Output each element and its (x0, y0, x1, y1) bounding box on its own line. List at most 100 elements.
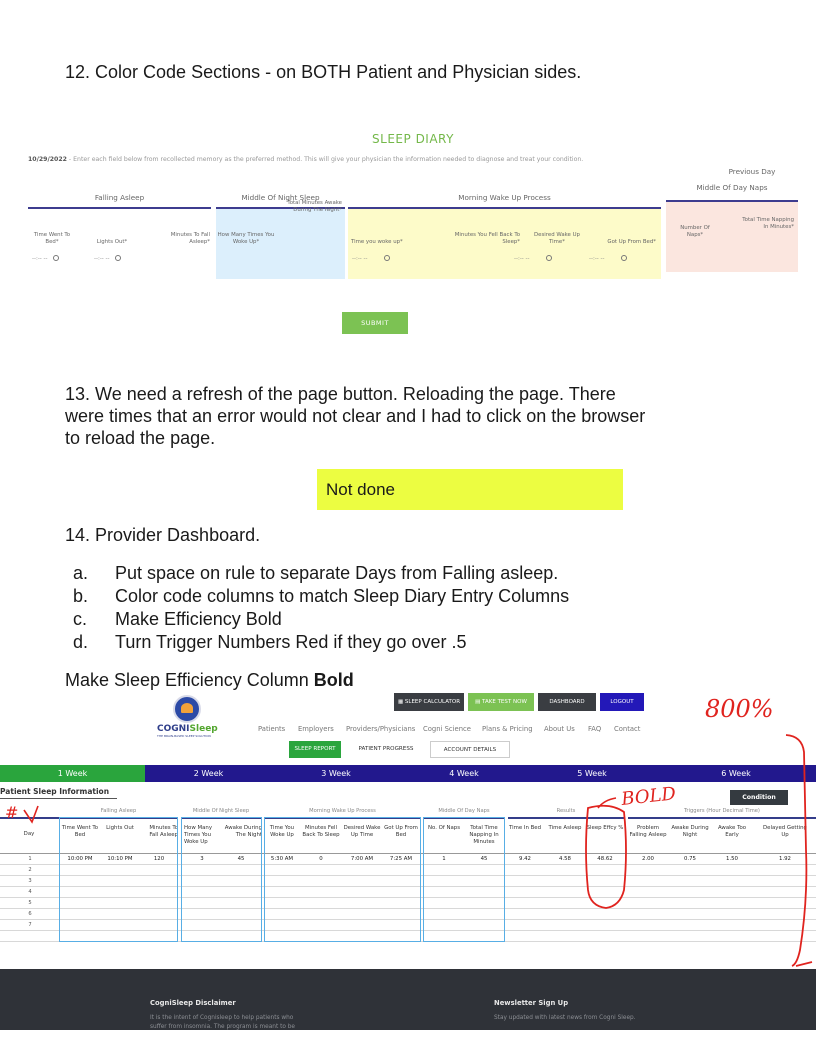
nav-faq[interactable]: FAQ (588, 725, 601, 733)
dash-group-falling: Falling Asleep (100, 808, 137, 814)
diary-date: 10/29/2022 (28, 156, 67, 163)
sub-item-d-marker: d. (73, 632, 89, 652)
got-up-from-bed-input[interactable]: --:-- -- (589, 255, 627, 262)
not-done-highlight: Not done (317, 469, 623, 510)
time-you-woke-up-input[interactable]: --:-- -- (352, 255, 390, 262)
field-label-minutes-to-fall-asleep: Minutes To Fall Asleep* (170, 232, 210, 245)
week-2-tab[interactable]: 2 Week (145, 765, 272, 782)
sub-item-c-marker: c. (73, 609, 88, 629)
diary-instruction-text: - Enter each field below from recollecte… (66, 156, 584, 163)
item-13-line2: were times that an error would not clear… (65, 406, 646, 426)
falling-asleep-group: Falling Asleep Time Went To Bed* Lights … (28, 182, 211, 279)
field-label-how-many-times: How Many Times You Woke Up* (217, 232, 275, 245)
day-cell: 2 (28, 867, 32, 873)
sleep-diary-instruction: 10/29/2022 - Enter each field below from… (28, 156, 583, 163)
day-cell: 1 (28, 856, 32, 862)
field-label-got-up-from-bed: Got Up From Bed* (607, 239, 656, 245)
tab-sleep-report[interactable]: SLEEP REPORT (289, 741, 341, 758)
naps-header-line2: Middle Of Day Naps (696, 183, 768, 192)
newsletter-text: Stay updated with latest news from Cogni… (494, 1015, 636, 1021)
field-label-desired-wake-up: Desired Wake Up Time* (534, 232, 580, 245)
naps-header-line1: Previous Day (728, 167, 776, 176)
naps-header: Previous Day Middle Of Day Naps (666, 166, 798, 200)
nav-employers[interactable]: Employers (298, 725, 334, 733)
week-5-tab[interactable]: 5 Week (528, 765, 656, 782)
submit-button[interactable]: SUBMIT (342, 312, 408, 334)
col-awake-too-early: Awake Too Early (717, 825, 747, 838)
site-footer (0, 969, 816, 1030)
week-3-tab[interactable]: 3 Week (272, 765, 400, 782)
day-cell: 4 (28, 889, 32, 895)
sub-item-b-marker: b. (73, 586, 89, 606)
sleep-calculator-button[interactable]: ▦ SLEEP CALCULATOR (394, 693, 464, 711)
dash-group-results: Results (556, 808, 576, 814)
field-label-time-went-to-bed: Time Went To Bed* (33, 232, 71, 245)
tab-patient-progress[interactable]: PATIENT PROGRESS (344, 741, 428, 758)
sleep-diary-screenshot: SLEEP DIARY 10/29/2022 - Enter each fiel… (28, 122, 798, 342)
cognisleep-logo-icon (173, 695, 201, 723)
dash-group-morning: Morning Wake Up Process (309, 808, 376, 814)
middle-of-night-group: Middle Of Night Sleep How Many Times You… (216, 182, 345, 279)
provider-dashboard-screenshot: COGNISleep THE BRAIN-BASED SLEEP SOLUTIO… (0, 693, 816, 1030)
time-went-to-bed-input[interactable]: --:-- -- (32, 255, 59, 262)
nav-providers[interactable]: Providers/Physicians (346, 725, 415, 733)
nav-contact[interactable]: Contact (614, 725, 640, 733)
col-time-asleep: Time Asleep (548, 825, 582, 831)
clock-icon[interactable] (52, 255, 59, 261)
test-icon: ▤ (475, 699, 483, 705)
week-1-tab[interactable]: 1 Week (0, 765, 145, 782)
nav-about-us[interactable]: About Us (544, 725, 575, 733)
desired-wake-up-input[interactable]: --:-- -- (514, 255, 552, 262)
dash-group-triggers: Triggers (Hour Decimal Time) (684, 808, 760, 814)
cell-awake-too-early: 1.50 (725, 856, 738, 862)
dashboard-button[interactable]: DASHBOARD (538, 693, 596, 711)
clock-icon[interactable] (383, 255, 390, 261)
falling-asleep-header: Falling Asleep (94, 193, 145, 202)
clock-icon[interactable] (620, 255, 627, 261)
item-13-line1: 13. We need a refresh of the page button… (65, 384, 616, 404)
week-6-tab[interactable]: 6 Week (656, 765, 816, 782)
take-test-now-button[interactable]: ▤ TAKE TEST NOW (468, 693, 534, 711)
morning-wake-up-header: Morning Wake Up Process (458, 193, 551, 202)
clock-icon[interactable] (114, 255, 121, 261)
logo-tagline: THE BRAIN-BASED SLEEP SOLUTION (157, 734, 211, 738)
sub-item-a-text: Put space on rule to separate Days from … (115, 563, 559, 583)
day-cell: 6 (28, 911, 32, 917)
cell-problem-falling: 2.00 (641, 856, 654, 862)
naps-column-highlight (423, 817, 505, 942)
day-cell: 5 (28, 900, 32, 906)
disclaimer-text-2: suffer from insomnia. The program is mea… (150, 1024, 295, 1030)
item-12-text: 12. Color Code Sections - on BOTH Patien… (65, 62, 582, 82)
sleep-diary-title: SLEEP DIARY (372, 132, 454, 146)
middle-night-column-highlight (181, 817, 262, 942)
field-label-total-time-napping: Total Time Napping In Minutes* (742, 217, 794, 230)
tab-account-details[interactable]: ACCOUNT DETAILS (430, 741, 510, 758)
nav-cogni-science[interactable]: Cogni Science (423, 725, 471, 733)
col-day: Day (23, 831, 35, 837)
sub-item-d-text: Turn Trigger Numbers Red if they go over… (115, 632, 467, 652)
dash-group-naps: Middle Of Day Naps (438, 808, 490, 814)
nav-plans-pricing[interactable]: Plans & Pricing (482, 725, 533, 733)
field-label-time-you-woke-up: Time you woke up* (351, 239, 403, 245)
cognisleep-logo[interactable]: COGNISleep (157, 724, 218, 734)
morning-column-highlight (264, 817, 421, 942)
morning-wake-up-group: Morning Wake Up Process Time you woke up… (348, 182, 661, 279)
disclaimer-title: CogniSleep Disclaimer (150, 999, 236, 1007)
cell-time-asleep: 4.58 (558, 856, 571, 862)
field-label-lights-out: Lights Out* (96, 239, 128, 245)
logout-button[interactable]: LOGOUT (600, 693, 644, 711)
col-awake-during-night-trigger: Awake During Night (671, 825, 709, 838)
field-label-number-of-naps: Number Of Naps* (680, 225, 710, 238)
week-4-tab[interactable]: 4 Week (400, 765, 528, 782)
lights-out-input[interactable]: --:-- -- (94, 255, 121, 262)
cell-time-in-bed: 9.42 (518, 856, 531, 862)
calculator-icon: ▦ (397, 699, 405, 705)
day-cell: 3 (28, 878, 32, 884)
middle-of-day-naps-group: Previous Day Middle Of Day Naps Number O… (666, 166, 798, 272)
col-delayed-getting-up: Delayed Getting Up (763, 825, 807, 838)
cell-sleep-effcy: 48.62 (597, 856, 613, 862)
cell-awake-during-night-trigger: 0.75 (683, 856, 696, 862)
nav-patients[interactable]: Patients (258, 725, 285, 733)
clock-icon[interactable] (545, 255, 552, 261)
condition-legend-button[interactable]: Condition Legend (730, 790, 788, 816)
